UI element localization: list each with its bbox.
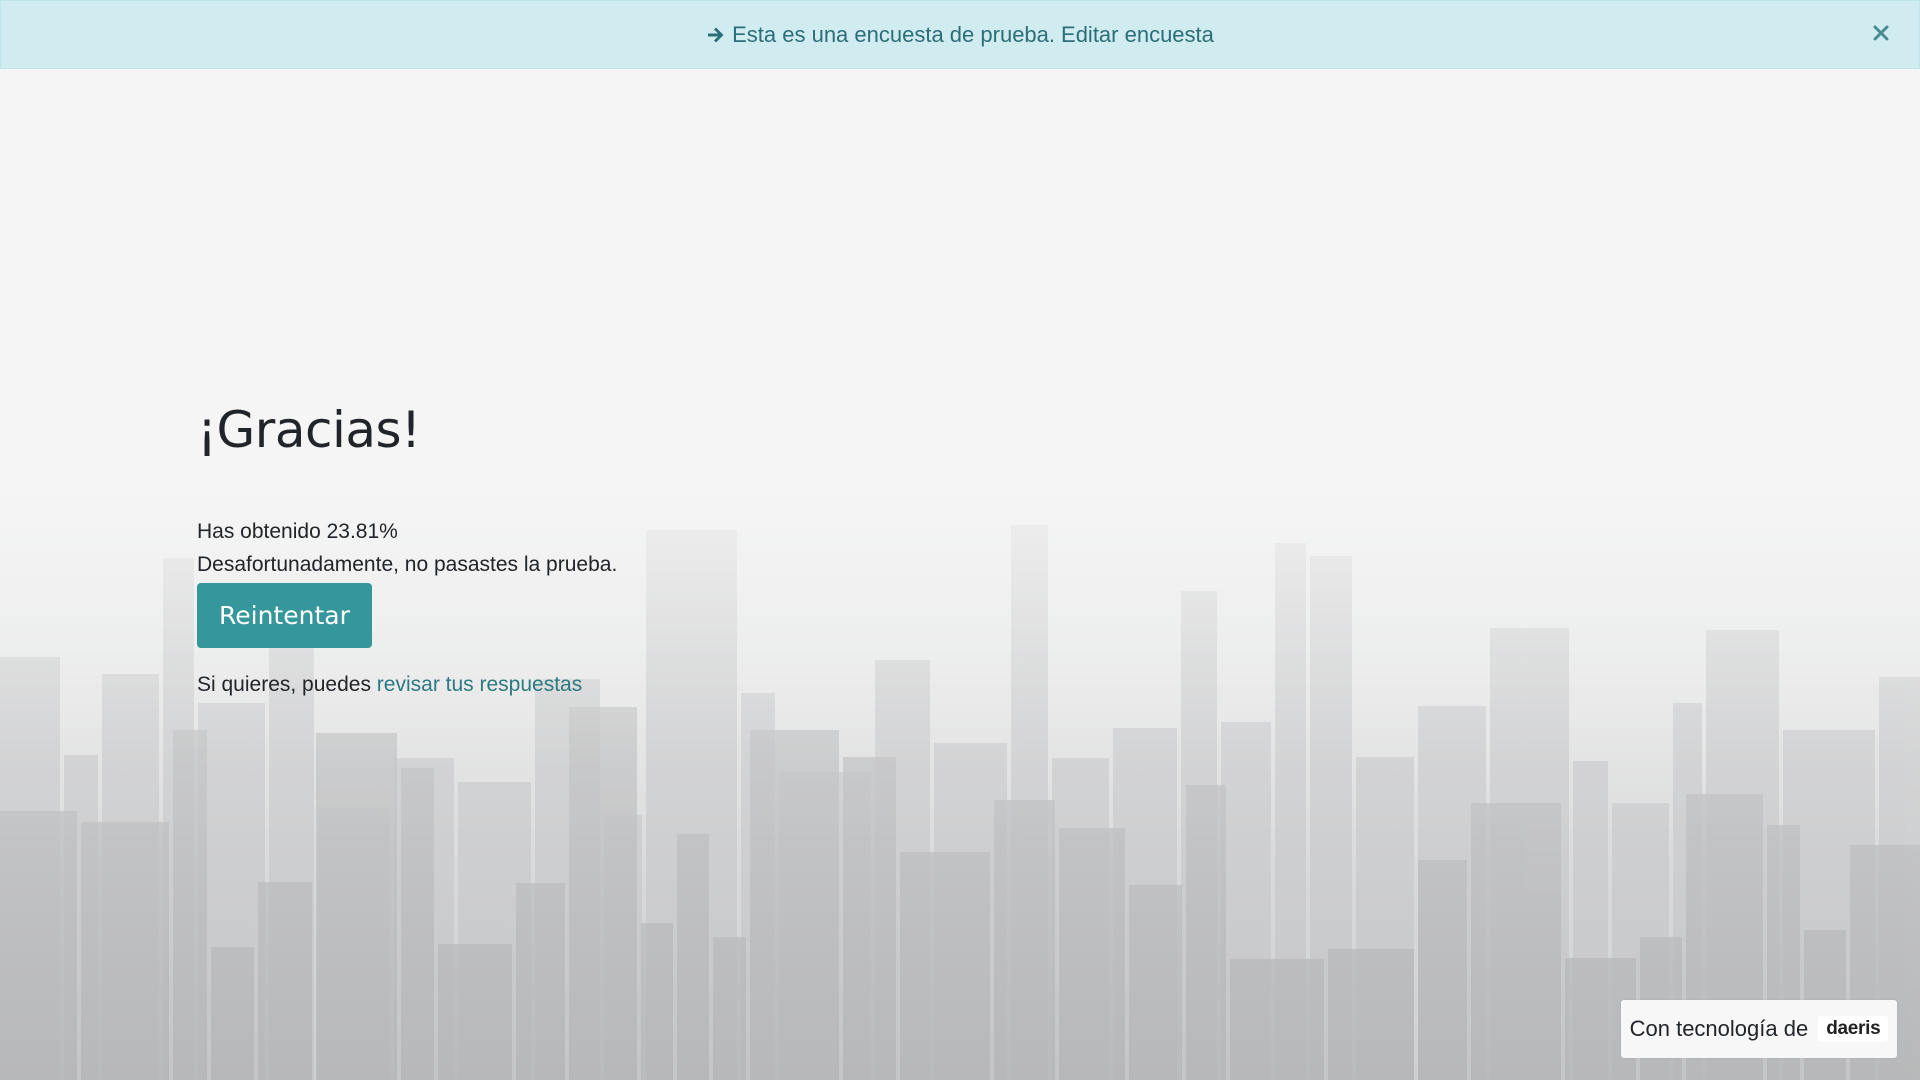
powered-by-badge[interactable]: Con tecnología de daeris <box>1621 1000 1897 1058</box>
powered-by-text: Con tecnología de <box>1629 1016 1809 1041</box>
test-survey-banner: Esta es una encuesta de prueba. Editar e… <box>0 0 1920 69</box>
edit-survey-link[interactable]: Editar encuesta <box>1061 22 1214 48</box>
arrow-right-icon <box>708 27 724 42</box>
fail-message: Desafortunadamente, no pasastes la prueb… <box>197 553 618 576</box>
review-prefix: Si quieres, puedes <box>197 673 371 696</box>
close-icon[interactable] <box>1871 23 1891 43</box>
page-title: ¡Gracias! <box>197 401 421 459</box>
retry-button[interactable]: Reintentar <box>197 583 372 648</box>
result-panel: ¡Gracias! Has obtenido 23.81% Desafortun… <box>197 395 617 700</box>
banner-message: Esta es una encuesta de prueba. <box>732 21 1056 47</box>
review-answers-link[interactable]: revisar tus respuestas <box>377 673 582 696</box>
brand-logo: daeris <box>1818 1016 1889 1042</box>
review-line: Si quieres, puedes revisar tus respuesta… <box>197 670 617 700</box>
score-text: Has obtenido 23.81% <box>197 520 398 543</box>
